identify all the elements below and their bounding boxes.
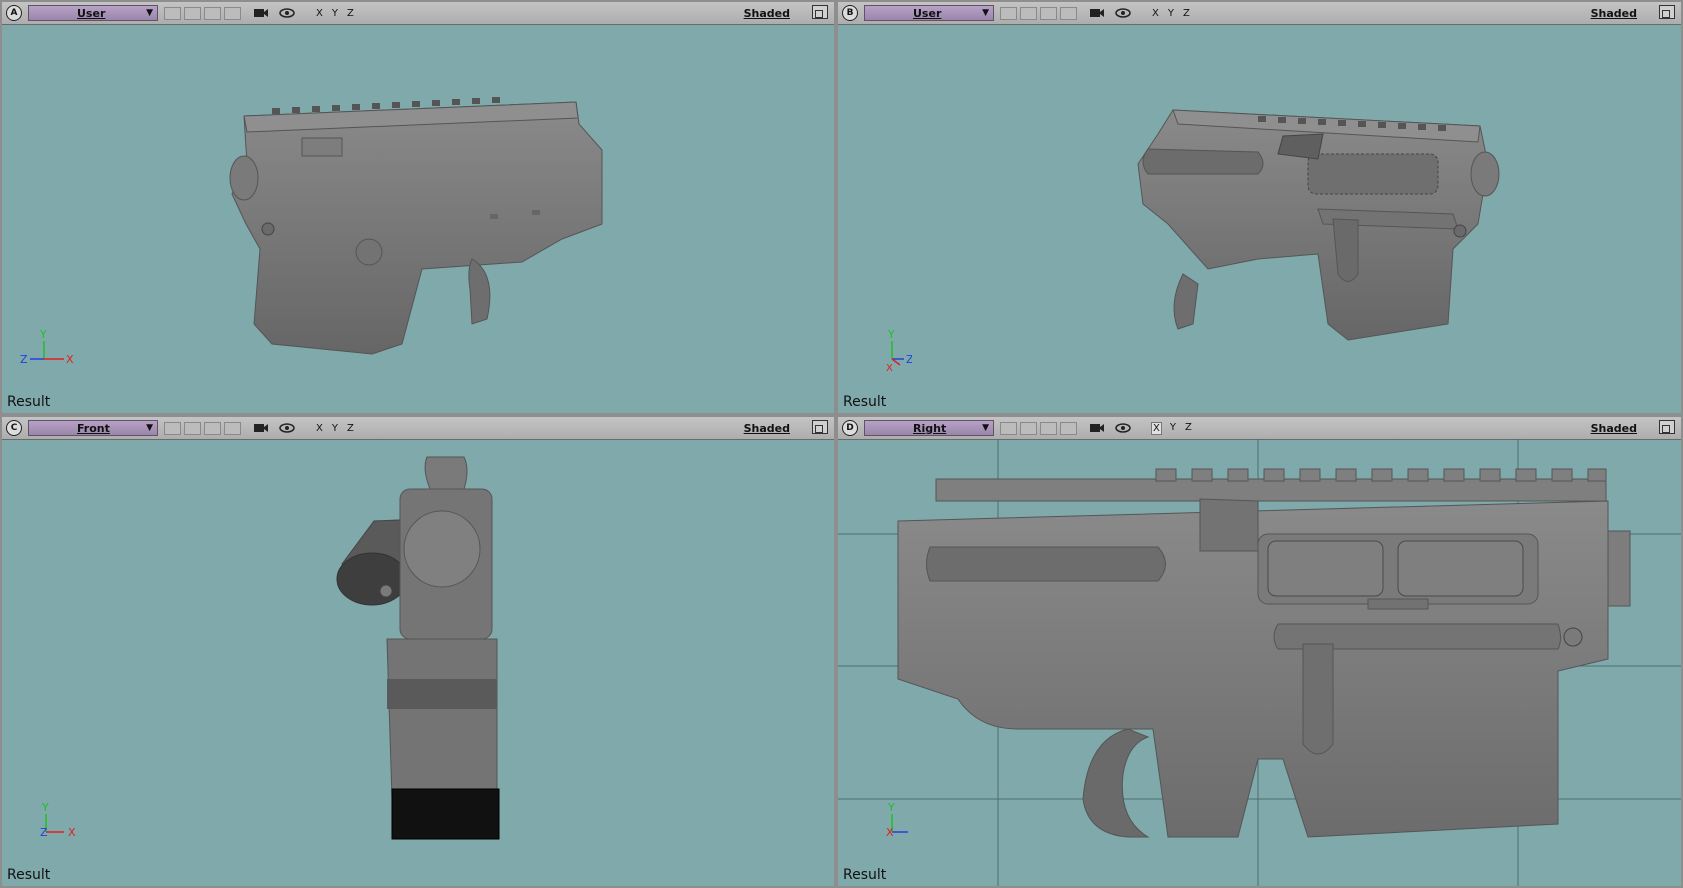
triad-h-label: X	[886, 363, 893, 374]
triad-h2-label: X	[68, 826, 76, 839]
triad-h2-label: X	[66, 353, 74, 366]
receiver-model	[336, 456, 500, 840]
viewport-toolbar: A User ▼ X Y Z Shaded	[2, 2, 834, 25]
viewport-letter: D	[842, 420, 858, 436]
axis-z-button[interactable]: Z	[346, 423, 355, 434]
chevron-down-icon: ▼	[146, 8, 153, 18]
maximize-icon[interactable]	[1659, 5, 1675, 19]
axis-z-button[interactable]: Z	[1184, 422, 1193, 435]
receiver-model	[897, 468, 1631, 838]
bookmark-slot[interactable]	[1040, 421, 1057, 435]
receiver-model	[1137, 109, 1500, 341]
bookmark-slot[interactable]	[164, 421, 181, 435]
viewport-toolbar: C Front ▼ X Y Z Shaded	[2, 417, 834, 440]
bookmark-slot[interactable]	[204, 6, 221, 20]
axis-triad: Y X Z	[20, 328, 74, 366]
camera-select[interactable]: User ▼	[864, 5, 994, 21]
axis-buttons: X Y Z	[315, 423, 355, 434]
bookmark-slot[interactable]	[1020, 6, 1037, 20]
bookmark-slot[interactable]	[1060, 421, 1077, 435]
camera-icon[interactable]	[253, 6, 269, 20]
camera-select[interactable]: User ▼	[28, 5, 158, 21]
bookmark-slots	[164, 421, 241, 435]
viewport-result-label: Result	[7, 394, 51, 410]
bookmark-slot[interactable]	[1000, 421, 1017, 435]
axis-triad: Y Z X	[886, 801, 908, 839]
bookmark-slots	[1000, 6, 1077, 20]
viewport-result-label: Result	[7, 867, 51, 883]
bookmark-slot[interactable]	[184, 421, 201, 435]
camera-icon[interactable]	[1089, 6, 1105, 20]
chevron-down-icon: ▼	[146, 423, 153, 433]
bookmark-slot[interactable]	[1040, 6, 1057, 20]
bookmark-slot[interactable]	[1060, 6, 1077, 20]
viewport-toolbar: D Right ▼ X Y Z Shaded	[838, 417, 1681, 440]
viewport-toolbar: B User ▼ X Y Z Shaded	[838, 2, 1681, 25]
axis-buttons: X Y Z	[315, 8, 355, 19]
viewport-a[interactable]: A User ▼ X Y Z Shaded Y X Z Result	[0, 0, 836, 415]
axis-z-button[interactable]: Z	[346, 8, 355, 19]
axis-x-button[interactable]: X	[1151, 8, 1160, 19]
triad-y-label: Y	[39, 328, 47, 341]
eye-icon[interactable]	[279, 6, 295, 20]
triad-h-label: X	[886, 826, 894, 839]
axis-x-button[interactable]: X	[315, 423, 324, 434]
camera-select[interactable]: Front ▼	[28, 420, 158, 436]
camera-label: User	[77, 6, 106, 20]
bookmark-slots	[164, 6, 241, 20]
axis-y-button[interactable]: Y	[331, 423, 339, 434]
axis-z-button[interactable]: Z	[1182, 8, 1191, 19]
viewport-c[interactable]: C Front ▼ X Y Z Shaded Y X Z Result	[0, 415, 836, 888]
shading-mode[interactable]: Shaded	[1591, 7, 1637, 20]
viewport-letter: B	[842, 5, 858, 21]
axis-buttons: X Y Z	[1151, 8, 1191, 19]
triad-y-label: Y	[887, 801, 895, 814]
viewport-result-label: Result	[843, 394, 887, 410]
maximize-icon[interactable]	[812, 5, 828, 19]
bookmark-slot[interactable]	[224, 6, 241, 20]
receiver-model	[229, 97, 603, 355]
viewport-result-label: Result	[843, 867, 887, 883]
triad-h-label: Z	[40, 826, 48, 839]
bookmark-slot[interactable]	[1000, 6, 1017, 20]
axis-triad: Y X Z	[40, 801, 76, 839]
bookmark-slot[interactable]	[224, 421, 241, 435]
bookmark-slots	[1000, 421, 1077, 435]
maximize-icon[interactable]	[1659, 420, 1675, 434]
camera-label: User	[913, 6, 942, 20]
shading-mode[interactable]: Shaded	[1591, 422, 1637, 435]
eye-icon[interactable]	[1115, 6, 1131, 20]
viewport-letter: C	[6, 420, 22, 436]
triad-h-label: Z	[20, 353, 28, 366]
chevron-down-icon: ▼	[982, 423, 989, 433]
triad-h2-label: Z	[906, 353, 912, 366]
eye-icon[interactable]	[279, 421, 295, 435]
camera-label: Front	[77, 421, 110, 435]
axis-buttons: X Y Z	[1151, 421, 1193, 435]
axis-y-button[interactable]: Y	[331, 8, 339, 19]
bookmark-slot[interactable]	[204, 421, 221, 435]
viewport-b[interactable]: B User ▼ X Y Z Shaded Y X Result	[836, 0, 1683, 415]
eye-icon[interactable]	[1115, 421, 1131, 435]
axis-x-button[interactable]: X	[1151, 421, 1162, 435]
maximize-icon[interactable]	[812, 420, 828, 434]
axis-y-button[interactable]: Y	[1169, 422, 1177, 435]
triad-y-label: Y	[887, 328, 895, 341]
shading-mode[interactable]: Shaded	[744, 7, 790, 20]
bookmark-slot[interactable]	[164, 6, 181, 20]
camera-icon[interactable]	[1089, 421, 1105, 435]
camera-label: Right	[913, 421, 947, 435]
triad-y-label: Y	[41, 801, 49, 814]
axis-triad: Y Z X	[886, 328, 912, 374]
chevron-down-icon: ▼	[982, 8, 989, 18]
camera-icon[interactable]	[253, 421, 269, 435]
axis-y-button[interactable]: Y	[1167, 8, 1175, 19]
camera-select[interactable]: Right ▼	[864, 420, 994, 436]
shading-mode[interactable]: Shaded	[744, 422, 790, 435]
viewport-letter: A	[6, 5, 22, 21]
viewport-d[interactable]: D Right ▼ X Y Z Shaded Y X Result	[836, 415, 1683, 888]
bookmark-slot[interactable]	[184, 6, 201, 20]
axis-x-button[interactable]: X	[315, 8, 324, 19]
bookmark-slot[interactable]	[1020, 421, 1037, 435]
